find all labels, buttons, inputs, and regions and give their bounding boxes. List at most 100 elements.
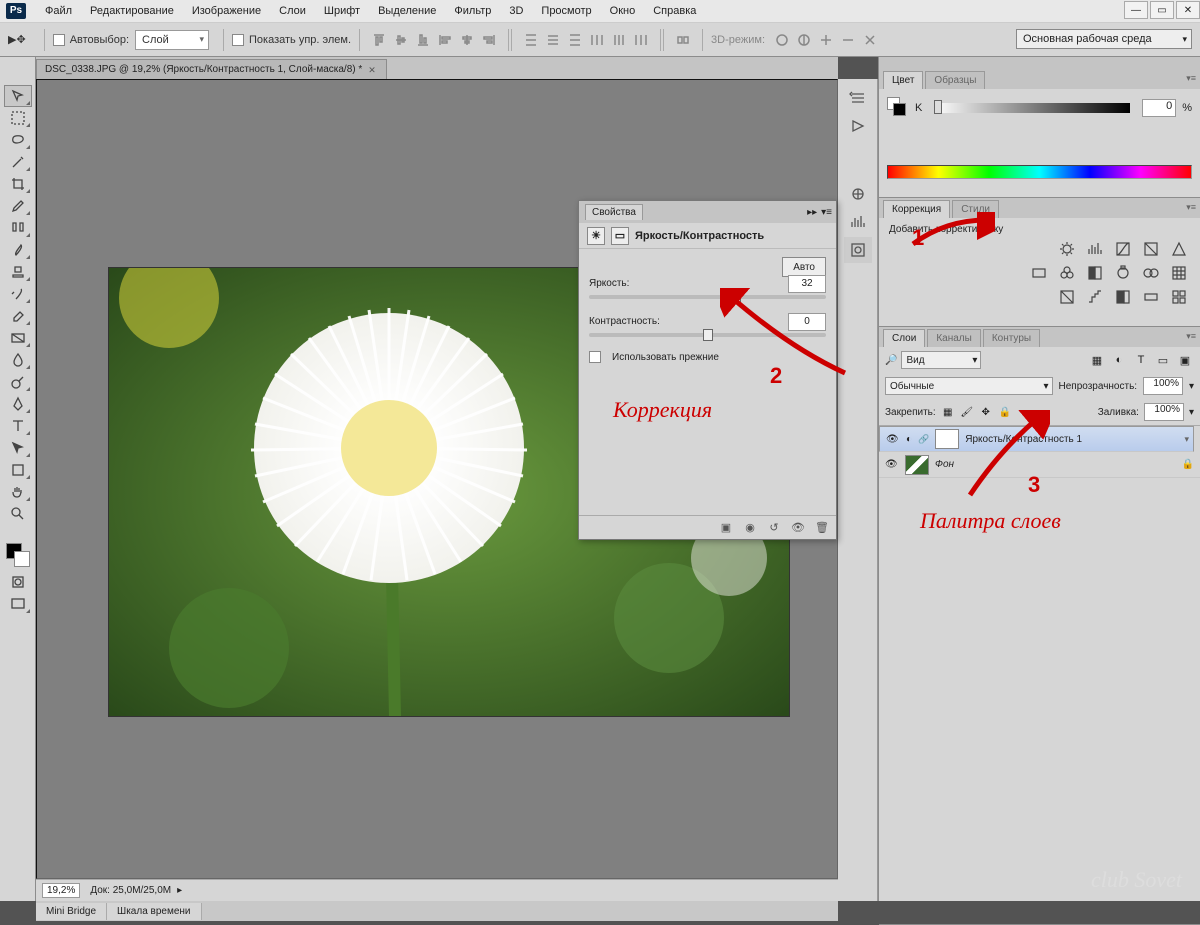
color-fg-bg[interactable] (887, 97, 909, 119)
adj-levels-icon[interactable] (1084, 239, 1106, 259)
menu-view[interactable]: Просмотр (541, 5, 591, 17)
menu-3d[interactable]: 3D (509, 5, 523, 17)
tab-color[interactable]: Цвет (883, 71, 923, 89)
layer-thumb[interactable] (905, 455, 929, 475)
visibility-eye-icon[interactable]: 👁 (886, 434, 900, 445)
eraser-tool[interactable] (4, 305, 32, 327)
visibility-icon[interactable]: 👁 (790, 520, 806, 536)
tab-styles[interactable]: Стили (952, 200, 999, 218)
adj-selcolor-icon[interactable] (1168, 287, 1190, 307)
k-value-input[interactable]: 0 (1142, 99, 1176, 117)
visibility-eye-icon[interactable]: 👁 (885, 459, 899, 470)
menu-edit[interactable]: Редактирование (90, 5, 174, 17)
background-swatch[interactable] (14, 551, 30, 567)
fill-input[interactable]: 100% (1144, 403, 1184, 421)
menu-select[interactable]: Выделение (378, 5, 436, 17)
histogram-panel-icon[interactable] (844, 209, 872, 235)
contrast-input[interactable]: 0 (788, 313, 826, 331)
window-close[interactable]: ✕ (1176, 1, 1200, 19)
menu-help[interactable]: Справка (653, 5, 696, 17)
lock-all-icon[interactable]: 🔒 (998, 405, 1012, 419)
tab-properties[interactable]: Свойства (585, 204, 643, 220)
align-bottom-icon[interactable] (413, 30, 433, 50)
filter-smart-icon[interactable]: ▣ (1176, 351, 1194, 369)
panel-menu-icon[interactable]: ▾≡ (821, 207, 832, 218)
filter-type-icon[interactable]: T (1132, 351, 1150, 369)
3d-scale-icon[interactable] (860, 30, 880, 50)
tab-mini-bridge[interactable]: Mini Bridge (36, 903, 107, 920)
menu-layers[interactable]: Слои (279, 5, 306, 17)
adj-colbal-icon[interactable] (1056, 263, 1078, 283)
contrast-slider[interactable] (589, 333, 826, 337)
adj-thresh-icon[interactable] (1112, 287, 1134, 307)
legacy-checkbox[interactable] (589, 351, 601, 363)
lasso-tool[interactable] (4, 129, 32, 151)
adj-exposure-icon[interactable] (1140, 239, 1162, 259)
document-tab-close[interactable]: ✕ (368, 65, 378, 75)
adj-vibrance-icon[interactable] (1168, 239, 1190, 259)
heal-tool[interactable] (4, 217, 32, 239)
link-icon[interactable]: 🔗 (918, 434, 929, 445)
menu-window[interactable]: Окно (610, 5, 636, 17)
tab-swatches[interactable]: Образцы (925, 71, 985, 89)
align-left-icon[interactable] (435, 30, 455, 50)
layer-name[interactable]: Фон (935, 459, 954, 470)
dodge-tool[interactable] (4, 371, 32, 393)
window-minimize[interactable]: — (1124, 1, 1148, 19)
layer-name[interactable]: Яркость/Контрастность 1 (965, 434, 1082, 445)
mask-icon[interactable]: ▭ (611, 227, 629, 245)
adj-poster-icon[interactable] (1084, 287, 1106, 307)
history-panel-icon[interactable] (844, 85, 872, 111)
crop-tool[interactable] (4, 173, 32, 195)
eyedropper-tool[interactable] (4, 195, 32, 217)
adj-brightness-icon[interactable] (1056, 239, 1078, 259)
filter-adj-icon[interactable]: ◐ (1110, 351, 1128, 369)
adj-curves-icon[interactable] (1112, 239, 1134, 259)
filter-shape-icon[interactable]: ▭ (1154, 351, 1172, 369)
filter-kind[interactable]: Вид (901, 351, 981, 369)
lock-pixel-icon[interactable]: 🖌 (960, 405, 974, 419)
dist-bottom-icon[interactable] (565, 30, 585, 50)
zoom-value[interactable]: 19,2% (42, 883, 80, 898)
nav-panel-icon[interactable] (844, 181, 872, 207)
filter-pixel-icon[interactable]: ▦ (1088, 351, 1106, 369)
auto-button[interactable]: Авто (782, 257, 826, 277)
prev-state-icon[interactable]: ◉ (742, 520, 758, 536)
history-brush-tool[interactable] (4, 283, 32, 305)
brightness-slider[interactable] (589, 295, 826, 299)
stamp-tool[interactable] (4, 261, 32, 283)
clip-icon[interactable]: ▣ (718, 520, 734, 536)
menu-image[interactable]: Изображение (192, 5, 261, 17)
layer-row-adjustment[interactable]: 👁 ◐ 🔗 Яркость/Контрастность 1 (879, 426, 1194, 452)
tab-adjustments[interactable]: Коррекция (883, 200, 950, 218)
adj-invert-icon[interactable] (1056, 287, 1078, 307)
lock-trans-icon[interactable]: ▦ (941, 405, 955, 419)
adj-hue-icon[interactable] (1028, 263, 1050, 283)
menu-type[interactable]: Шрифт (324, 5, 360, 17)
delete-icon[interactable]: 🗑 (814, 520, 830, 536)
document-tab[interactable]: DSC_0338.JPG @ 19,2% (Яркость/Контрастно… (36, 59, 387, 79)
align-right-icon[interactable] (479, 30, 499, 50)
reset-icon[interactable]: ↺ (766, 520, 782, 536)
move-tool[interactable] (4, 85, 32, 107)
k-slider[interactable] (934, 103, 1130, 113)
adj-photo-filter-icon[interactable] (1112, 263, 1134, 283)
show-controls-checkbox[interactable] (232, 34, 244, 46)
adj-gradmap-icon[interactable] (1140, 287, 1162, 307)
opacity-input[interactable]: 100% (1143, 377, 1183, 395)
panel-menu-icon[interactable]: ▾≡ (1186, 331, 1196, 342)
wand-tool[interactable] (4, 151, 32, 173)
autoselect-checkbox[interactable] (53, 34, 65, 46)
panel-menu-icon[interactable]: ▾≡ (1186, 202, 1196, 213)
marquee-tool[interactable] (4, 107, 32, 129)
props-panel-icon[interactable] (844, 237, 872, 263)
autoselect-target[interactable]: Слой (135, 30, 209, 50)
zoom-tool[interactable] (4, 503, 32, 525)
dist-top-icon[interactable] (521, 30, 541, 50)
dist-hcenter-icon[interactable] (609, 30, 629, 50)
brightness-input[interactable]: 32 (788, 275, 826, 293)
dist-right-icon[interactable] (631, 30, 651, 50)
adj-bw-icon[interactable] (1084, 263, 1106, 283)
color-swatches[interactable] (0, 543, 35, 571)
window-maximize[interactable]: ▭ (1150, 1, 1174, 19)
